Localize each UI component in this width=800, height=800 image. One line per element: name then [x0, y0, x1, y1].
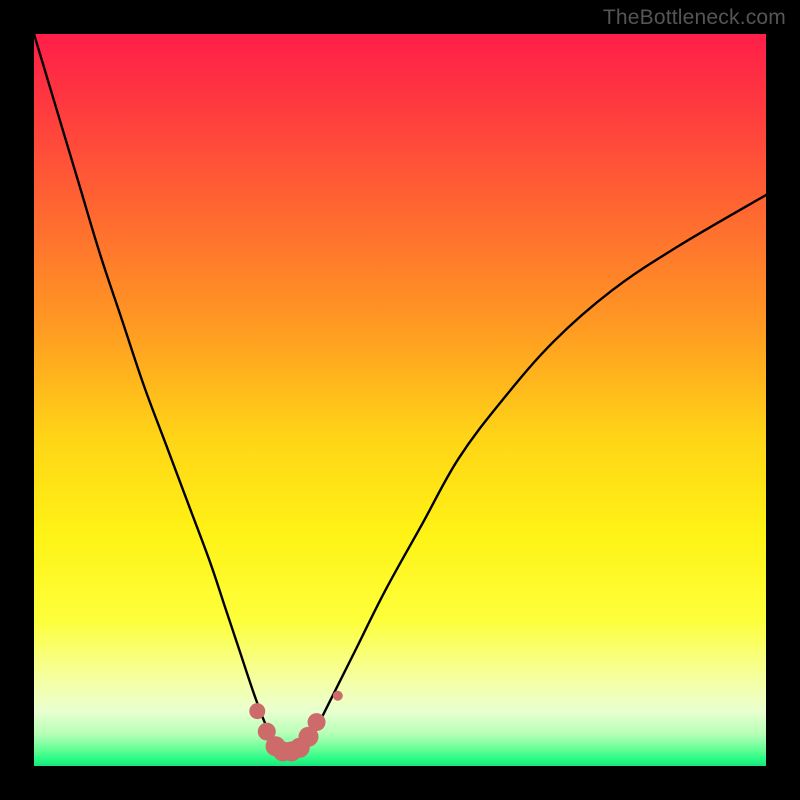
curve-svg [34, 34, 766, 766]
watermark-text: TheBottleneck.com [603, 6, 786, 30]
chart-frame: TheBottleneck.com [0, 0, 800, 800]
optimum-marker [249, 703, 265, 719]
plot-area [34, 34, 766, 766]
bottleneck-curve [34, 34, 766, 757]
optimum-marker [308, 713, 326, 731]
optimum-marker [333, 691, 343, 701]
